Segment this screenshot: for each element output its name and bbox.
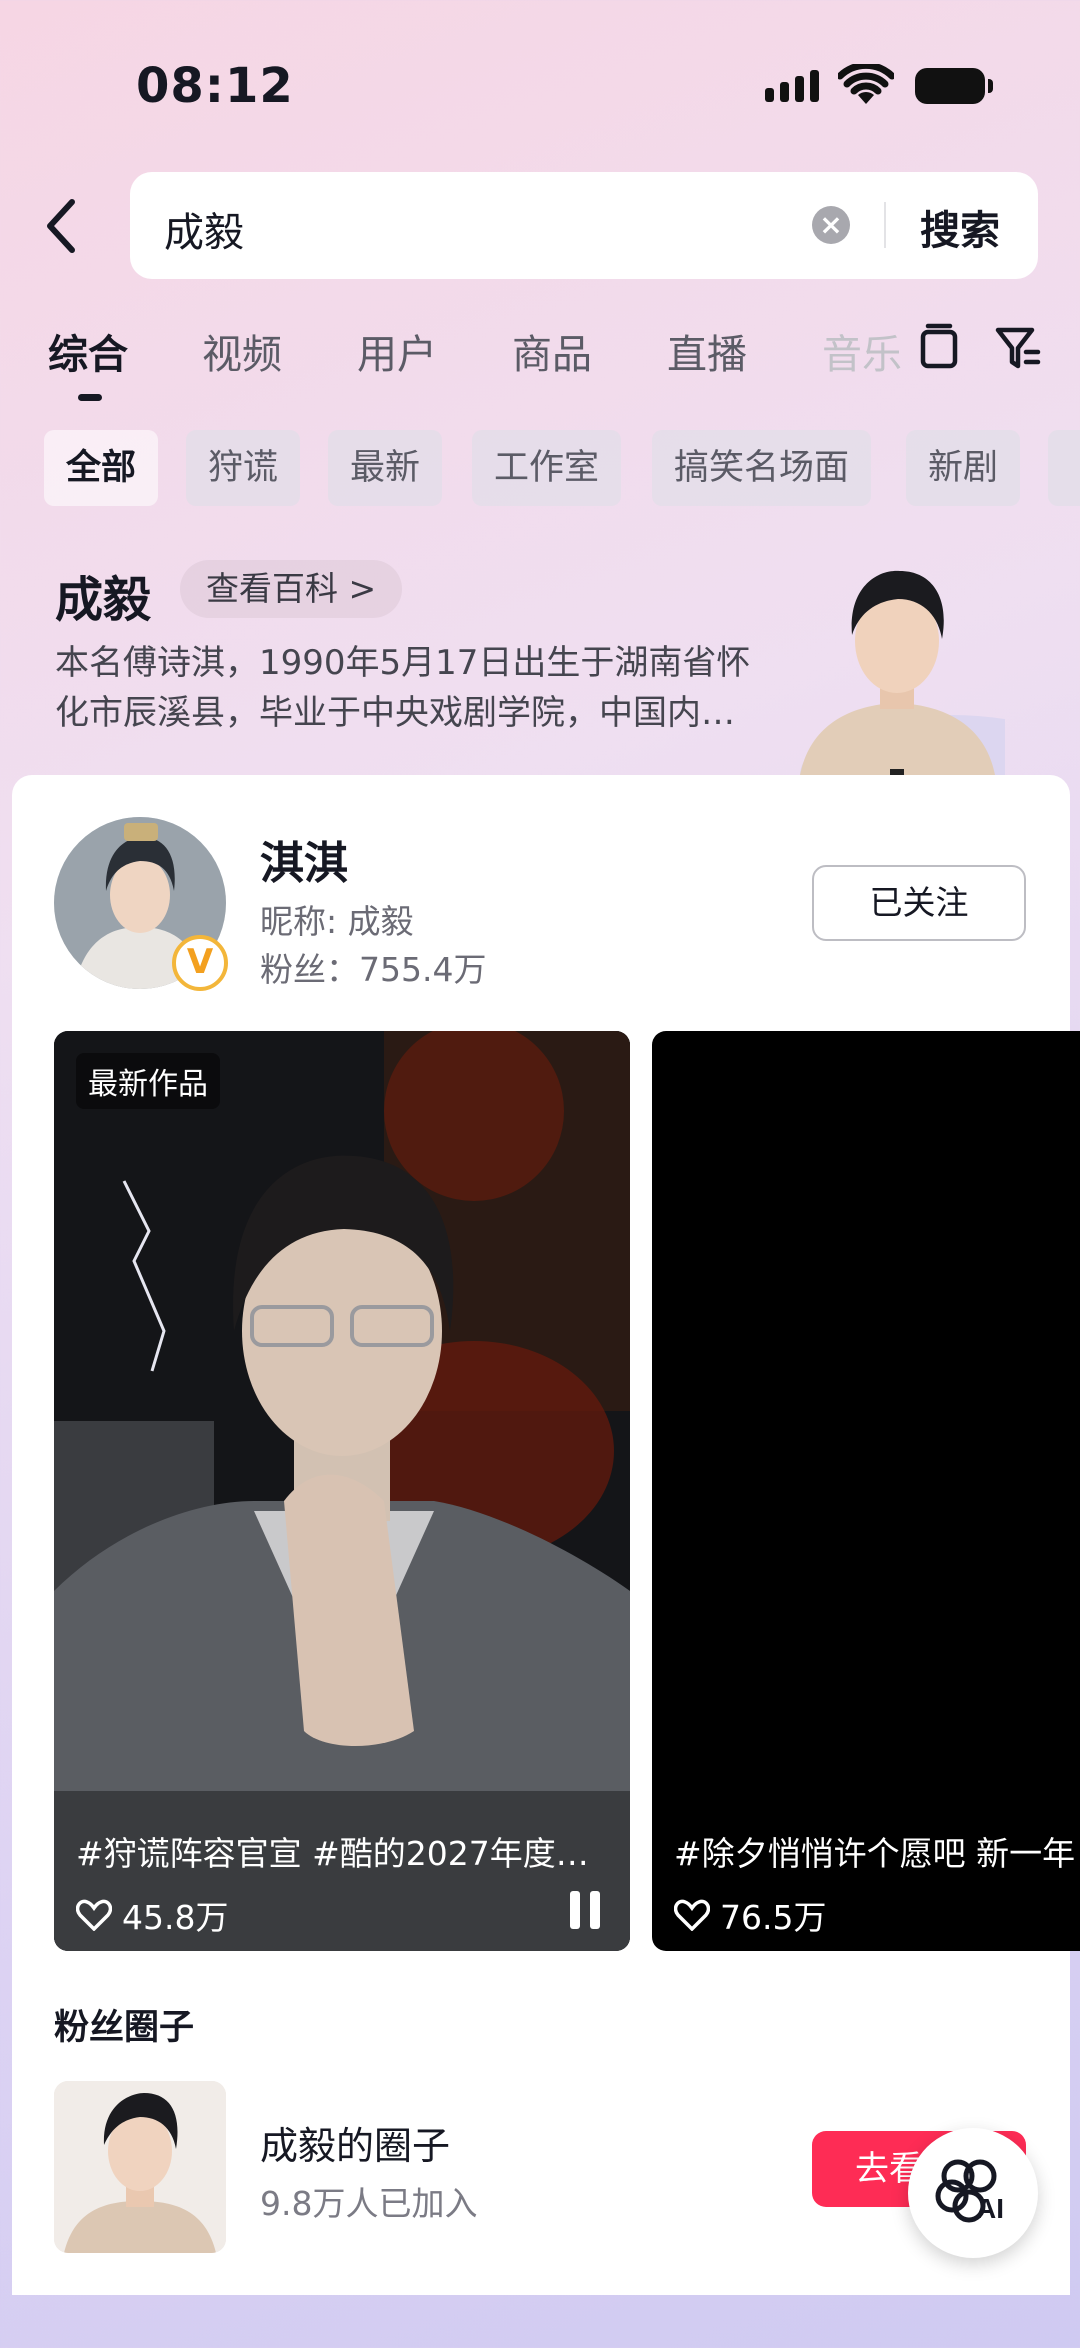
back-arrow-icon[interactable] <box>38 196 88 256</box>
tab-goods[interactable]: 商品 <box>512 322 592 380</box>
pause-icon[interactable] <box>570 1891 600 1929</box>
video-likes: 45.8万 <box>76 1891 228 1939</box>
battery-icon <box>915 68 993 104</box>
video-likes: 76.5万 <box>674 1891 826 1939</box>
search-bar[interactable]: 成毅 × 搜索 <box>130 172 1038 279</box>
video-card[interactable]: 最新作品 #狩谎阵容官宣 #酷的2027年度… 45.8万 <box>54 1031 630 1951</box>
clear-icon[interactable]: × <box>812 206 850 244</box>
baike-description: 本名傅诗淇，1990年5月17日出生于湖南省怀化市辰溪县，毕业于中央戏剧学院，中… <box>55 643 751 733</box>
chip-funny-scenes[interactable]: 搞笑名场面 <box>652 430 872 506</box>
result-card: V 淇淇 昵称: 成毅 粉丝：755.4万 已关注 最新作品 #狩谎阵容官宣 #… <box>12 775 1080 2295</box>
heart-icon <box>76 1899 112 1931</box>
tab-music[interactable]: 音乐 <box>822 322 902 380</box>
status-bar: 08:12 <box>0 0 1080 170</box>
search-button[interactable]: 搜索 <box>920 198 1000 256</box>
chip-new-drama[interactable]: 新剧 <box>906 430 1021 506</box>
latest-work-tag: 最新作品 <box>76 1053 220 1109</box>
status-time: 08:12 <box>136 58 294 114</box>
celebrity-photo <box>800 570 1005 775</box>
video-thumbnail <box>54 1031 630 1951</box>
svg-text:AI: AI <box>976 2193 1004 2224</box>
divider <box>884 202 886 248</box>
tab-indicator <box>78 394 102 401</box>
filter-icon[interactable] <box>994 322 1042 374</box>
fan-circle-count: 9.8万人已加入 <box>260 2184 478 2223</box>
cellular-signal-icon <box>765 70 819 102</box>
chip-shouhuang[interactable]: 狩谎 <box>186 430 301 506</box>
follow-button[interactable]: 已关注 <box>812 865 1026 941</box>
fan-circle-name[interactable]: 成毅的圈子 <box>260 2115 450 2170</box>
fan-circle-title: 粉丝圈子 <box>54 2008 195 2048</box>
chip-all[interactable]: 全部 <box>44 430 159 506</box>
video-caption: #除夕悄悄许个愿吧 新一年 <box>674 1834 1076 1873</box>
search-input[interactable]: 成毅 <box>164 200 244 258</box>
heart-icon <box>674 1899 710 1931</box>
chip-latest[interactable]: 最新 <box>328 430 443 506</box>
video-likes-count: 76.5万 <box>720 1898 827 1937</box>
filter-chips: 全部 狩谎 最新 工作室 搞笑名场面 新剧 <box>0 430 1080 506</box>
fan-circle-image <box>54 2081 226 2253</box>
wifi-icon <box>838 64 894 104</box>
ai-icon: AI <box>935 2159 1004 2224</box>
chip-more[interactable] <box>1048 430 1080 506</box>
user-nickname: 昵称: 成毅 <box>260 902 414 941</box>
video-caption: #狩谎阵容官宣 #酷的2027年度… <box>76 1834 589 1873</box>
layout-toggle-icon[interactable] <box>918 322 960 374</box>
ai-assistant-button[interactable]: AI <box>908 2128 1038 2258</box>
baike-button[interactable]: 查看百科 > <box>180 560 403 618</box>
verified-badge-icon: V <box>172 935 228 991</box>
tab-live[interactable]: 直播 <box>667 322 747 380</box>
fan-circle-thumbnail[interactable] <box>54 2081 226 2253</box>
tab-comprehensive[interactable]: 综合 <box>48 322 128 380</box>
chip-studio[interactable]: 工作室 <box>472 430 622 506</box>
user-fans: 粉丝：755.4万 <box>260 950 487 989</box>
tab-video[interactable]: 视频 <box>202 322 282 380</box>
video-card[interactable]: #除夕悄悄许个愿吧 新一年 76.5万 <box>652 1031 1080 1951</box>
baike-name: 成毅 <box>55 572 152 628</box>
user-name[interactable]: 淇淇 <box>260 827 348 891</box>
tab-user[interactable]: 用户 <box>357 322 437 380</box>
video-likes-count: 45.8万 <box>122 1898 229 1937</box>
